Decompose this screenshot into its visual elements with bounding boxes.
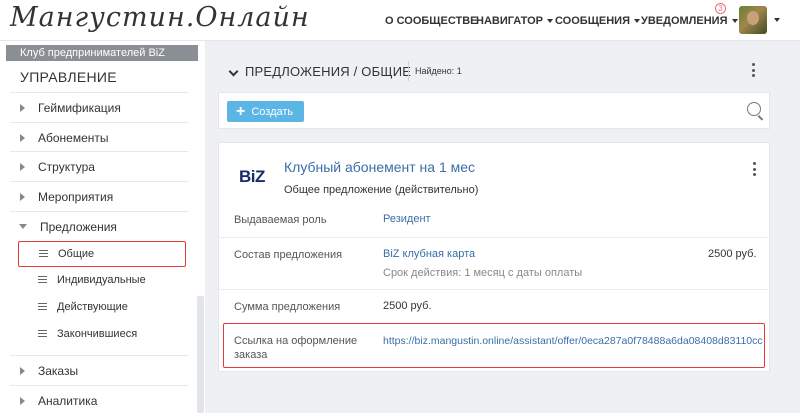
sidebar-item-label: Геймификация [38, 100, 121, 115]
list-icon [38, 303, 47, 311]
sidebar-item-analytics[interactable]: Аналитика [10, 385, 188, 413]
sum-value: 2500 руб. [383, 300, 432, 312]
page-header: ПРЕДЛОЖЕНИЯ / ОБЩИЕ Найдено: 1 [218, 55, 770, 89]
results-count: Найдено: 1 [415, 66, 462, 76]
sidebar-subitem-active[interactable]: Действующие [18, 294, 186, 320]
list-icon [38, 330, 47, 338]
sidebar-subitem-label: Общие [58, 248, 95, 260]
triangle-right-icon [20, 133, 25, 142]
sidebar-item-label: Мероприятия [38, 189, 114, 204]
biz-logo: BiZ [239, 167, 265, 186]
composition-price: 2500 руб. [708, 248, 757, 260]
sidebar: Клуб предпринимателей BiZ УПРАВЛЕНИЕ Гей… [0, 41, 205, 413]
sidebar-subitem-ended[interactable]: Закончившиеся [18, 321, 186, 347]
triangle-right-icon [20, 192, 25, 201]
sum-label: Сумма предложения [234, 301, 341, 313]
toolbar: + Создать [218, 92, 770, 129]
kebab-menu-icon[interactable] [753, 162, 757, 179]
sidebar-item-label: Абонементы [38, 130, 109, 145]
kebab-menu-icon[interactable] [752, 63, 756, 80]
plus-icon: + [236, 102, 246, 120]
sidebar-subitem-label: Индивидуальные [57, 274, 146, 286]
triangle-right-icon [20, 396, 25, 405]
triangle-down-icon [19, 224, 27, 229]
nav-notifications-label: УВЕДОМЛЕНИЯ [641, 14, 728, 27]
nav-navigator-label: НАВИГАТОР [476, 14, 544, 27]
offer-subtitle: Общее предложение (действительно) [284, 184, 479, 196]
sidebar-item-label: Аналитика [38, 393, 98, 408]
composition-term: Срок действия: 1 месяц с даты оплаты [383, 267, 583, 279]
sidebar-item-subscriptions[interactable]: Абонементы [10, 122, 188, 152]
chevron-down-icon [547, 18, 554, 23]
chevron-down-icon [634, 18, 640, 23]
search-icon[interactable] [747, 102, 761, 116]
order-link[interactable]: https://biz.mangustin.online/assistant/o… [383, 335, 763, 347]
list-icon [38, 276, 47, 284]
order-link-label-line2: заказа [234, 349, 268, 361]
site-logo[interactable]: Мангустин.Онлайн [10, 2, 310, 33]
club-name-bar[interactable]: Клуб предпринимателей BiZ [6, 45, 198, 61]
sidebar-item-events[interactable]: Мероприятия [10, 181, 188, 211]
divider [219, 289, 769, 290]
nav-about-label: О СООБЩЕСТВЕ [385, 14, 478, 27]
divider [408, 61, 409, 81]
sidebar-subitem-general[interactable]: Общие [18, 241, 186, 267]
nav-messages-label: СООБЩЕНИЯ [555, 14, 630, 27]
sidebar-item-offers[interactable]: Предложения [10, 211, 188, 241]
offer-card: BiZ Клубный абонемент на 1 мес Общее пре… [218, 142, 770, 372]
triangle-right-icon [20, 162, 25, 171]
chevron-down-icon [731, 18, 738, 23]
sidebar-section-title: УПРАВЛЕНИЕ [20, 69, 117, 85]
triangle-right-icon [20, 103, 25, 112]
sidebar-item-orders[interactable]: Заказы [10, 355, 188, 385]
sidebar-item-structure[interactable]: Структура [10, 151, 188, 181]
user-avatar[interactable] [739, 6, 767, 34]
sidebar-item-gamification[interactable]: Геймификация [10, 92, 188, 122]
sidebar-item-label: Предложения [40, 219, 117, 234]
create-button[interactable]: + Создать [227, 101, 304, 122]
nav-about[interactable]: О СООБЩЕСТВЕ [385, 0, 478, 41]
chevron-down-icon[interactable] [228, 66, 239, 77]
sidebar-subitem-label: Закончившиеся [57, 328, 138, 340]
page-title: ПРЕДЛОЖЕНИЯ / ОБЩИЕ [245, 64, 412, 79]
sidebar-item-label: Заказы [38, 363, 79, 378]
chevron-down-icon[interactable] [774, 18, 780, 22]
composition-item[interactable]: BiZ клубная карта [383, 248, 475, 260]
triangle-right-icon [20, 366, 25, 375]
sidebar-scrollbar[interactable] [197, 296, 204, 413]
divider [219, 237, 769, 238]
composition-label: Состав предложения [234, 249, 343, 261]
list-icon [39, 250, 48, 258]
role-label: Выдаваемая роль [234, 214, 327, 226]
order-link-label: Ссылка на оформление [234, 335, 358, 347]
sidebar-subitem-label: Действующие [57, 301, 128, 313]
notifications-count-badge: 3 [715, 3, 726, 14]
sidebar-item-label: Структура [38, 159, 95, 174]
nav-navigator[interactable]: НАВИГАТОР [476, 0, 554, 41]
nav-messages[interactable]: СООБЩЕНИЯ [555, 0, 640, 41]
create-button-label: Создать [251, 105, 294, 118]
sidebar-subitem-individual[interactable]: Индивидуальные [18, 267, 186, 293]
offer-title[interactable]: Клубный абонемент на 1 мес [284, 159, 475, 175]
top-navbar: Мангустин.Онлайн О СООБЩЕСТВЕ НАВИГАТОР … [0, 0, 800, 41]
role-value[interactable]: Резидент [383, 213, 431, 225]
